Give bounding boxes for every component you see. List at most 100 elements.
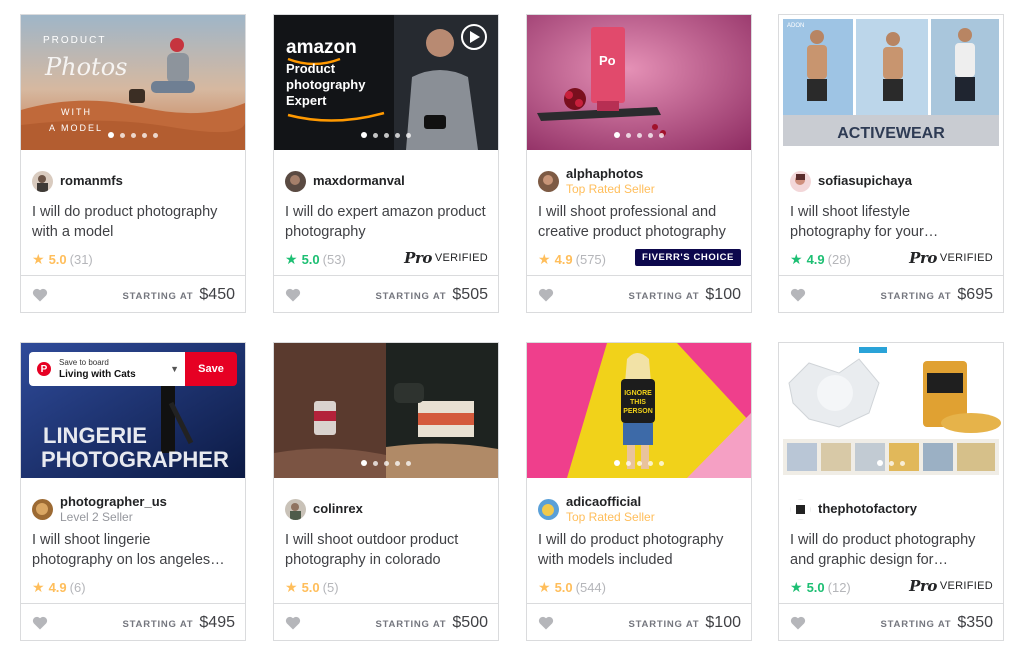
gig-title[interactable]: I will shoot outdoor product photography…	[285, 531, 488, 571]
gig-price[interactable]: $695	[957, 286, 993, 304]
gig-card[interactable]: IGNORE THIS PERSON adicaofficial Top Rat…	[526, 342, 752, 641]
heart-icon[interactable]	[790, 287, 806, 303]
seller-name[interactable]: adicaofficial	[566, 494, 655, 510]
carousel-dot[interactable]	[648, 460, 653, 466]
carousel-dot[interactable]	[384, 132, 389, 138]
seller-info[interactable]: alphaphotos Top Rated Seller	[538, 163, 741, 199]
seller-name[interactable]: colinrex	[313, 501, 363, 517]
gig-thumbnail[interactable]	[779, 343, 1003, 478]
seller-info[interactable]: colinrex	[285, 491, 488, 527]
gig-title[interactable]: I will shoot lingerie photography on los…	[32, 531, 235, 571]
carousel-dot[interactable]	[659, 132, 664, 138]
gig-title[interactable]: I will do product photography with model…	[538, 531, 741, 571]
gig-card[interactable]: LINGERIE PHOTOGRAPHER P Save to board Li…	[20, 342, 246, 641]
seller-info[interactable]: romanmfs	[32, 163, 235, 199]
carousel-dot[interactable]	[120, 132, 125, 138]
carousel-dot[interactable]	[373, 460, 378, 466]
seller-name[interactable]: sofiasupichaya	[818, 173, 912, 189]
avatar[interactable]	[32, 498, 53, 520]
avatar[interactable]	[790, 170, 811, 192]
gig-card[interactable]: amazon Product photography Expert maxdor…	[273, 14, 499, 313]
seller-info[interactable]: adicaofficial Top Rated Seller	[538, 491, 741, 527]
carousel-dot[interactable]	[659, 460, 664, 466]
chevron-down-icon[interactable]: ▼	[170, 364, 179, 374]
carousel-dots[interactable]	[779, 460, 1003, 466]
gig-card[interactable]: Po alphaphotos Top Rated Seller I will s…	[526, 14, 752, 313]
gig-title[interactable]: I will do product photography with a mod…	[32, 203, 235, 243]
seller-info[interactable]: maxdormanval	[285, 163, 488, 199]
carousel-dot[interactable]	[877, 460, 883, 466]
seller-info[interactable]: photographer_us Level 2 Seller	[32, 491, 235, 527]
seller-info[interactable]: sofiasupichaya	[790, 163, 993, 199]
carousel-dot[interactable]	[889, 460, 894, 466]
avatar[interactable]	[285, 170, 306, 192]
gig-thumbnail[interactable]: ACTIVEWEAR ADON	[779, 15, 1003, 150]
gig-title[interactable]: I will shoot professional and creative p…	[538, 203, 741, 243]
carousel-dots[interactable]	[274, 132, 498, 138]
gig-price[interactable]: $500	[452, 614, 488, 632]
avatar[interactable]	[538, 498, 559, 520]
carousel-dots[interactable]	[21, 132, 245, 138]
seller-name[interactable]: romanmfs	[60, 173, 123, 189]
carousel-dots[interactable]	[274, 460, 498, 466]
gig-card[interactable]: thephotofactory I will do product photog…	[778, 342, 1004, 641]
carousel-dot[interactable]	[648, 132, 653, 138]
gig-card[interactable]: colinrex I will shoot outdoor product ph…	[273, 342, 499, 641]
avatar[interactable]	[790, 498, 811, 520]
seller-info[interactable]: thephotofactory	[790, 491, 993, 527]
carousel-dot[interactable]	[153, 132, 158, 138]
heart-icon[interactable]	[538, 287, 554, 303]
gig-price[interactable]: $100	[705, 286, 741, 304]
seller-name[interactable]: alphaphotos	[566, 166, 655, 182]
carousel-dot[interactable]	[637, 132, 642, 138]
carousel-dot[interactable]	[373, 132, 378, 138]
carousel-dot[interactable]	[395, 132, 400, 138]
gig-price[interactable]: $495	[199, 614, 235, 632]
carousel-dot[interactable]	[384, 460, 389, 466]
gig-thumbnail[interactable]: Po	[527, 15, 751, 150]
gig-price[interactable]: $100	[705, 614, 741, 632]
heart-icon[interactable]	[285, 615, 301, 631]
gig-title[interactable]: I will do expert amazon product photogra…	[285, 203, 488, 243]
board-selector[interactable]: P Save to board Living with Cats ▼	[29, 352, 185, 386]
pinterest-save-widget[interactable]: P Save to board Living with Cats ▼ Save	[29, 352, 237, 386]
carousel-dot[interactable]	[626, 132, 631, 138]
carousel-dot[interactable]	[406, 460, 411, 466]
gig-thumbnail[interactable]	[274, 343, 498, 478]
heart-icon[interactable]	[790, 615, 806, 631]
carousel-dot[interactable]	[626, 460, 631, 466]
carousel-dot[interactable]	[108, 132, 114, 138]
carousel-dot[interactable]	[614, 460, 620, 466]
gig-price[interactable]: $450	[199, 286, 235, 304]
avatar[interactable]	[32, 170, 53, 192]
carousel-dot[interactable]	[614, 132, 620, 138]
gig-title[interactable]: I will do product photography and graphi…	[790, 531, 993, 571]
heart-icon[interactable]	[285, 287, 301, 303]
seller-name[interactable]: photographer_us	[60, 494, 167, 510]
gig-title[interactable]: I will shoot lifestyle photography for y…	[790, 203, 993, 243]
carousel-dot[interactable]	[637, 460, 642, 466]
gig-price[interactable]: $505	[452, 286, 488, 304]
heart-icon[interactable]	[32, 615, 48, 631]
carousel-dot[interactable]	[361, 460, 367, 466]
avatar[interactable]	[538, 170, 559, 192]
gig-thumbnail[interactable]: LINGERIE PHOTOGRAPHER P Save to board Li…	[21, 343, 245, 478]
gig-price[interactable]: $350	[957, 614, 993, 632]
carousel-dot[interactable]	[142, 132, 147, 138]
seller-name[interactable]: maxdormanval	[313, 173, 405, 189]
carousel-dot[interactable]	[131, 132, 136, 138]
carousel-dot[interactable]	[406, 132, 411, 138]
carousel-dot[interactable]	[361, 132, 367, 138]
save-button[interactable]: Save	[185, 352, 237, 386]
gig-card[interactable]: ACTIVEWEAR ADON sofiasupichaya I will sh…	[778, 14, 1004, 313]
carousel-dot[interactable]	[395, 460, 400, 466]
gig-thumbnail[interactable]: PRODUCT Photos WITH A MODEL	[21, 15, 245, 150]
carousel-dots[interactable]	[527, 132, 751, 138]
gig-card[interactable]: PRODUCT Photos WITH A MODEL romanmfs I w…	[20, 14, 246, 313]
heart-icon[interactable]	[538, 615, 554, 631]
carousel-dot[interactable]	[900, 460, 905, 466]
seller-name[interactable]: thephotofactory	[818, 501, 917, 517]
heart-icon[interactable]	[32, 287, 48, 303]
avatar[interactable]	[285, 498, 306, 520]
gig-thumbnail[interactable]: amazon Product photography Expert	[274, 15, 498, 150]
